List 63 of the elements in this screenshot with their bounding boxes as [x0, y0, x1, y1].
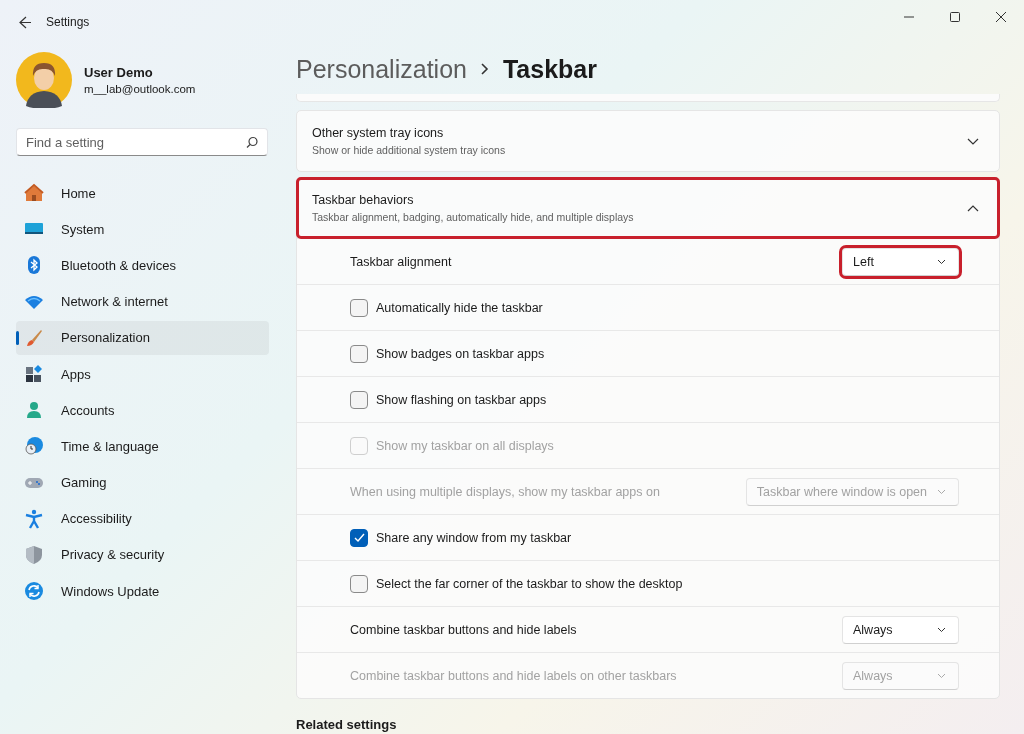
dropdown[interactable]: Left — [842, 247, 959, 276]
sync-icon — [24, 581, 44, 602]
expander-header[interactable]: Taskbar behaviors Taskbar alignment, badging, automatically hide, and multiple displays — [297, 178, 999, 238]
search-field[interactable]: Find a setting — [16, 128, 268, 156]
nav-item[interactable]: Time & language — [16, 429, 269, 464]
checkbox-label: Share any window from my taskbar — [376, 530, 573, 545]
avatar-icon — [16, 52, 72, 108]
chevron-down-icon — [937, 258, 946, 265]
chevron-down-icon — [967, 137, 979, 145]
chevron-down-icon — [937, 626, 946, 633]
user-email: m__lab@outlook.com — [84, 83, 196, 95]
expander-header[interactable]: Other system tray icons Show or hide additional system tray icons — [297, 111, 999, 171]
checkbox[interactable] — [350, 390, 368, 409]
window-title: Settings — [46, 15, 90, 29]
checkbox-label: Select the far corner of the taskbar to show the desktop — [376, 576, 684, 591]
nav-item[interactable]: Windows Update — [16, 574, 269, 609]
chevron-down-icon — [937, 488, 946, 495]
section-title: Other system tray icons — [312, 126, 445, 140]
section-subtitle: Taskbar alignment, badging, automatically hide, and multiple displays — [312, 211, 635, 223]
checkbox[interactable] — [350, 528, 368, 547]
accessibility-icon — [24, 508, 44, 529]
home-icon — [24, 183, 44, 204]
checkbox-label: Automatically hide the taskbar — [376, 300, 544, 315]
setting-label: When using multiple displays, show my taskbar apps on — [350, 484, 661, 499]
close-icon — [996, 12, 1006, 22]
nav-item[interactable]: System — [16, 212, 269, 247]
checkbox-label: Show flashing on taskbar apps — [376, 392, 548, 407]
nav-item[interactable]: Personalization — [16, 320, 269, 355]
nav-item[interactable]: Accessibility — [16, 501, 269, 536]
nav-item[interactable]: Network & internet — [16, 284, 269, 319]
nav-item[interactable]: Accounts — [16, 393, 269, 428]
checkbox-label: Show badges on taskbar apps — [376, 346, 546, 361]
chevron-up-icon — [967, 204, 979, 212]
breadcrumb-link[interactable]: Personalization — [296, 54, 467, 84]
section-subtitle: Show or hide additional system tray icons — [312, 144, 507, 156]
maximize-icon — [950, 12, 960, 22]
section-title: Taskbar behaviors — [312, 193, 415, 207]
nav-item[interactable]: Apps — [16, 356, 269, 392]
setting-label: Taskbar alignment — [350, 254, 453, 269]
nav-item[interactable]: Home — [16, 176, 269, 211]
nav-item[interactable]: Privacy & security — [16, 537, 269, 573]
apps-icon — [24, 364, 44, 385]
search-icon — [246, 136, 258, 148]
checkmark-icon — [353, 533, 365, 542]
checkbox[interactable] — [350, 298, 368, 317]
page-title: Taskbar — [502, 54, 597, 84]
paintbrush-icon — [24, 327, 44, 348]
user-name: User Demo — [84, 65, 154, 80]
checkbox[interactable] — [350, 344, 368, 363]
globe-clock-icon — [24, 436, 44, 457]
setting-label: Combine taskbar buttons and hide labels — [350, 622, 578, 637]
checkbox[interactable] — [350, 574, 368, 593]
nav-item[interactable]: Bluetooth & devices — [16, 248, 269, 283]
chevron-right-icon — [480, 63, 489, 75]
person-icon — [24, 400, 44, 421]
dropdown[interactable]: Always — [842, 615, 959, 644]
chevron-down-icon — [937, 672, 946, 679]
setting-label: Combine taskbar buttons and hide labels on other taskbars — [350, 668, 678, 683]
selection-indicator — [16, 330, 19, 345]
checkbox-label: Show my taskbar on all displays — [376, 438, 555, 453]
nav-item[interactable]: Gaming — [16, 465, 269, 500]
section-heading: Related settings — [296, 717, 398, 732]
shield-icon — [24, 544, 44, 565]
